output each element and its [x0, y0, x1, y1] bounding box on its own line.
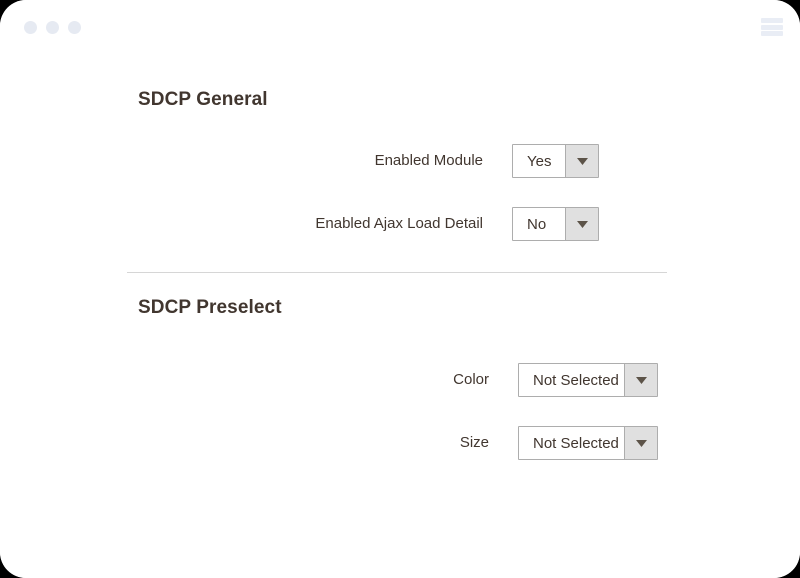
select-value-enabled-module: Yes: [513, 145, 565, 177]
window-close-dot[interactable]: [24, 21, 37, 34]
select-value-color: Not Selected: [519, 364, 624, 396]
select-enabled-module[interactable]: Yes: [512, 144, 599, 178]
select-value-ajax-load-detail: No: [513, 208, 565, 240]
page-content: SDCP General Enabled Module Yes Enabled …: [0, 55, 800, 578]
hamburger-bar-bottom: [761, 31, 783, 36]
window-maximize-dot[interactable]: [68, 21, 81, 34]
field-row-ajax-load-detail: Enabled Ajax Load Detail No: [0, 207, 800, 241]
chevron-down-icon[interactable]: [624, 427, 657, 459]
select-ajax-load-detail[interactable]: No: [512, 207, 599, 241]
section-title-sdcp-general: SDCP General: [138, 89, 268, 110]
browser-chrome-bar: [0, 0, 800, 55]
chevron-down-icon[interactable]: [565, 208, 598, 240]
chevron-down-icon[interactable]: [624, 364, 657, 396]
select-color[interactable]: Not Selected: [518, 363, 658, 397]
hamburger-menu-icon[interactable]: [761, 17, 783, 37]
hamburger-bar-middle: [761, 24, 783, 30]
label-color: Color: [453, 371, 489, 388]
chevron-down-icon[interactable]: [565, 145, 598, 177]
label-ajax-load-detail: Enabled Ajax Load Detail: [315, 215, 483, 232]
field-row-size: Size Not Selected: [0, 426, 800, 460]
window-minimize-dot[interactable]: [46, 21, 59, 34]
section-sdcp-general: SDCP General Enabled Module Yes Enabled …: [0, 55, 800, 241]
select-size[interactable]: Not Selected: [518, 426, 658, 460]
field-row-enabled-module: Enabled Module Yes: [0, 144, 800, 178]
hamburger-bar-top: [761, 18, 783, 23]
select-value-size: Not Selected: [519, 427, 624, 459]
field-row-color: Color Not Selected: [0, 363, 800, 397]
section-title-sdcp-preselect: SDCP Preselect: [138, 297, 282, 318]
label-enabled-module: Enabled Module: [374, 152, 483, 169]
section-sdcp-preselect: SDCP Preselect Color Not Selected Size N…: [0, 273, 800, 460]
label-size: Size: [459, 434, 489, 451]
browser-window: SDCP General Enabled Module Yes Enabled …: [0, 0, 800, 578]
window-controls: [24, 21, 81, 34]
